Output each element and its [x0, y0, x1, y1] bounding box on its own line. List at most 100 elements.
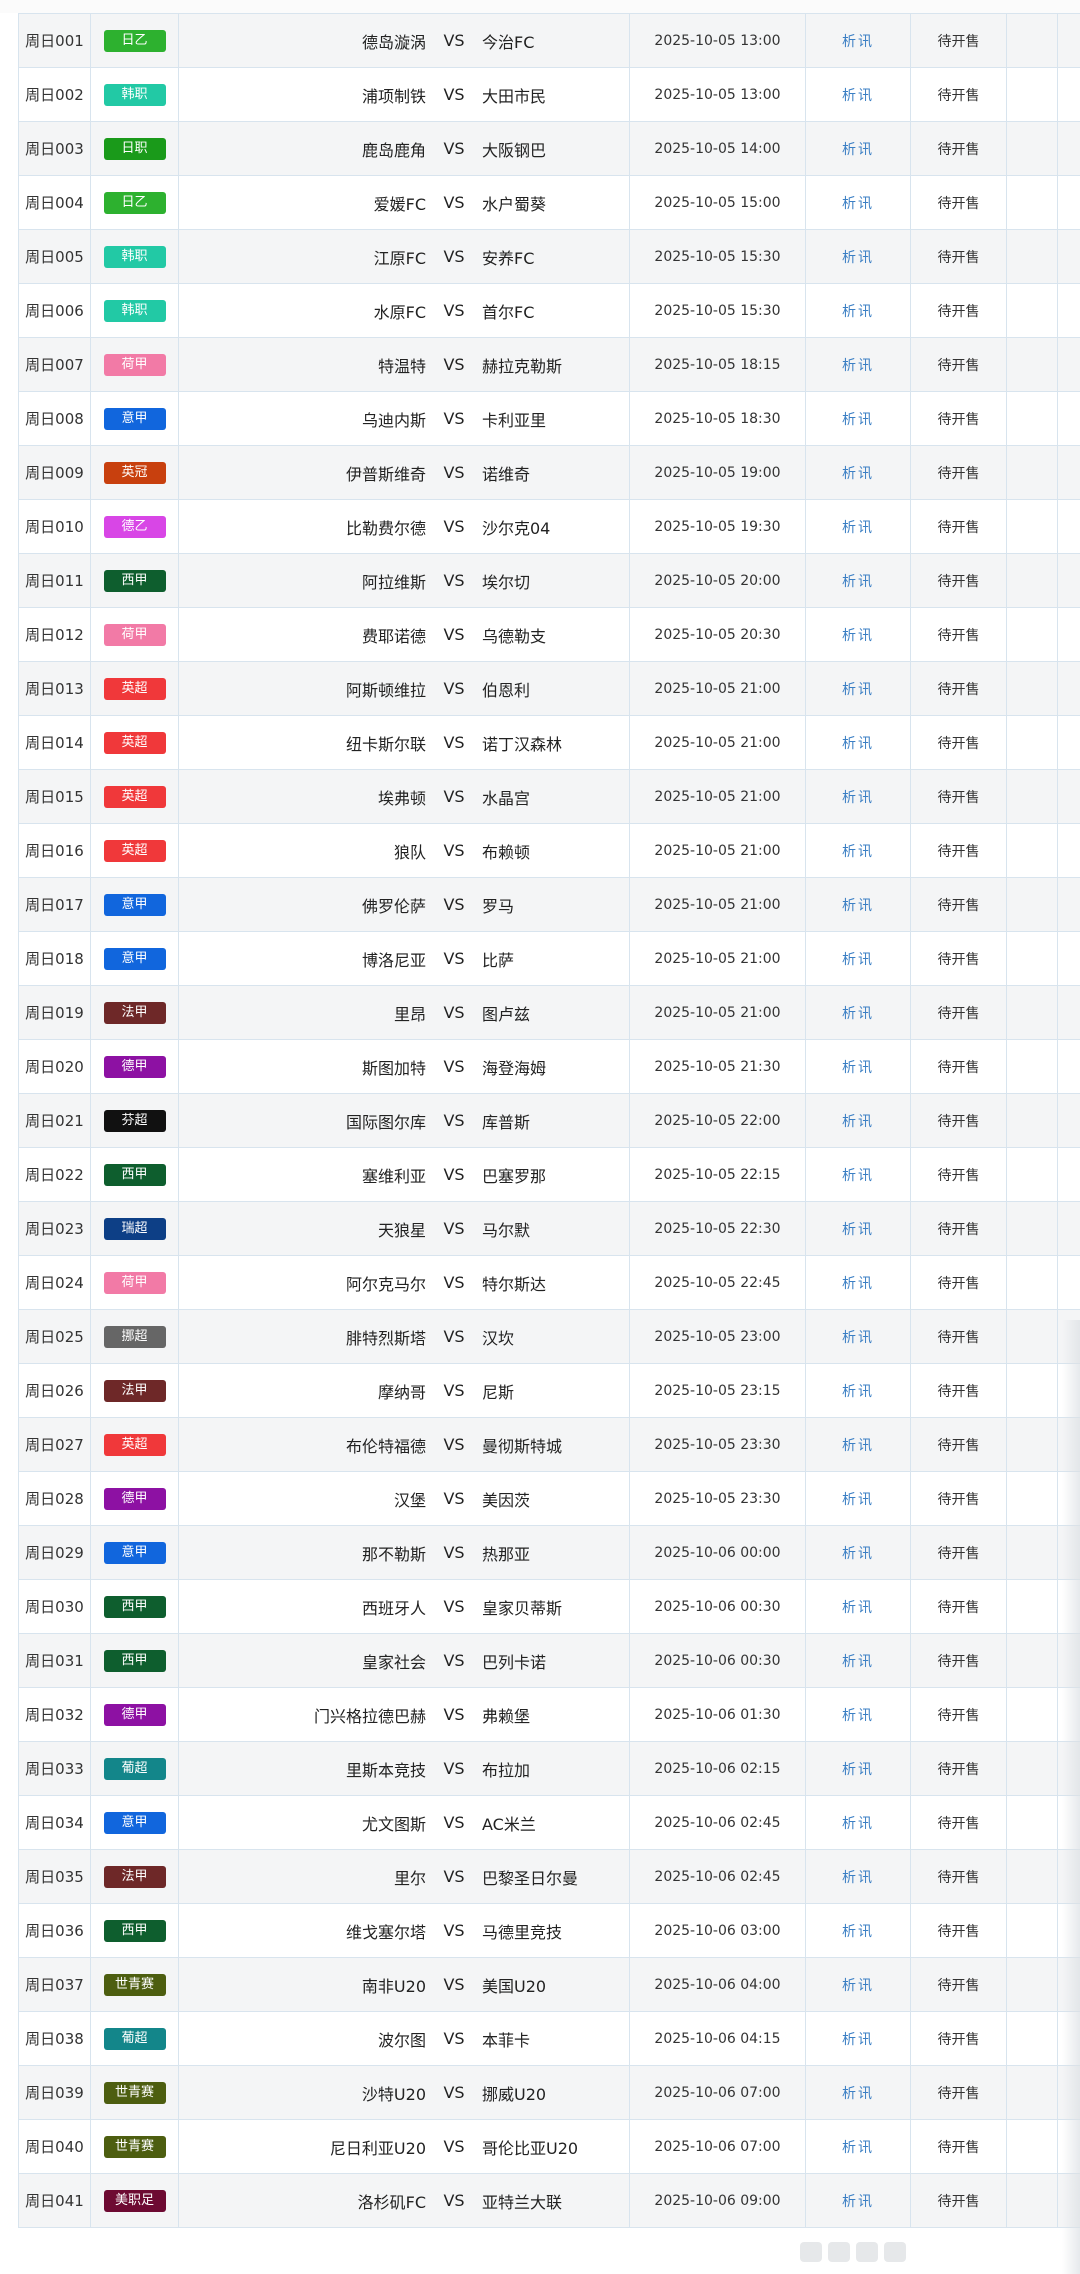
away-team[interactable]: 皇家贝蒂斯: [476, 1580, 630, 1633]
league-badge[interactable]: 美职足: [103, 2189, 166, 2212]
analysis-link[interactable]: 析讯: [806, 1850, 911, 1903]
analysis-link[interactable]: 析讯: [806, 1526, 911, 1579]
home-team[interactable]: 埃弗顿: [179, 770, 432, 823]
league-badge[interactable]: 英超: [103, 731, 166, 754]
home-team[interactable]: 塞维利亚: [179, 1148, 432, 1201]
league-badge[interactable]: 西甲: [103, 1649, 166, 1672]
league-badge[interactable]: 芬超: [103, 1109, 166, 1132]
away-team[interactable]: 埃尔切: [476, 554, 630, 607]
league-badge[interactable]: 挪超: [103, 1325, 166, 1348]
analysis-link[interactable]: 析讯: [806, 1580, 911, 1633]
away-team[interactable]: 弗赖堡: [476, 1688, 630, 1741]
away-team[interactable]: 巴列卡诺: [476, 1634, 630, 1687]
away-team[interactable]: 库普斯: [476, 1094, 630, 1147]
away-team[interactable]: 赫拉克勒斯: [476, 338, 630, 391]
analysis-link[interactable]: 析讯: [806, 716, 911, 769]
league-badge[interactable]: 德甲: [103, 1487, 166, 1510]
away-team[interactable]: 本菲卡: [476, 2012, 630, 2065]
home-team[interactable]: 尼日利亚U20: [179, 2120, 432, 2173]
analysis-link[interactable]: 析讯: [806, 1796, 911, 1849]
league-badge[interactable]: 世青赛: [103, 2081, 166, 2104]
league-badge[interactable]: 世青赛: [103, 1973, 166, 1996]
home-team[interactable]: 汉堡: [179, 1472, 432, 1525]
analysis-link[interactable]: 析讯: [806, 1094, 911, 1147]
away-team[interactable]: 美因茨: [476, 1472, 630, 1525]
away-team[interactable]: 大阪钢巴: [476, 122, 630, 175]
away-team[interactable]: 首尔FC: [476, 284, 630, 337]
away-team[interactable]: 沙尔克04: [476, 500, 630, 553]
home-team[interactable]: 尤文图斯: [179, 1796, 432, 1849]
home-team[interactable]: 南非U20: [179, 1958, 432, 2011]
away-team[interactable]: 诺丁汉森林: [476, 716, 630, 769]
away-team[interactable]: 水户蜀葵: [476, 176, 630, 229]
analysis-link[interactable]: 析讯: [806, 1310, 911, 1363]
analysis-link[interactable]: 析讯: [806, 122, 911, 175]
away-team[interactable]: 巴黎圣日尔曼: [476, 1850, 630, 1903]
away-team[interactable]: 安养FC: [476, 230, 630, 283]
away-team[interactable]: 布拉加: [476, 1742, 630, 1795]
away-team[interactable]: 曼彻斯特城: [476, 1418, 630, 1471]
analysis-link[interactable]: 析讯: [806, 338, 911, 391]
home-team[interactable]: 西班牙人: [179, 1580, 432, 1633]
analysis-link[interactable]: 析讯: [806, 284, 911, 337]
home-team[interactable]: 比勒费尔德: [179, 500, 432, 553]
analysis-link[interactable]: 析讯: [806, 2174, 911, 2227]
league-badge[interactable]: 英超: [103, 839, 166, 862]
home-team[interactable]: 浦项制铁: [179, 68, 432, 121]
analysis-link[interactable]: 析讯: [806, 500, 911, 553]
league-badge[interactable]: 葡超: [103, 2027, 166, 2050]
away-team[interactable]: 比萨: [476, 932, 630, 985]
league-badge[interactable]: 德甲: [103, 1055, 166, 1078]
home-team[interactable]: 天狼星: [179, 1202, 432, 1255]
analysis-link[interactable]: 析讯: [806, 1742, 911, 1795]
league-badge[interactable]: 葡超: [103, 1757, 166, 1780]
home-team[interactable]: 门兴格拉德巴赫: [179, 1688, 432, 1741]
away-team[interactable]: 大田市民: [476, 68, 630, 121]
league-badge[interactable]: 法甲: [103, 1001, 166, 1024]
analysis-link[interactable]: 析讯: [806, 1148, 911, 1201]
analysis-link[interactable]: 析讯: [806, 824, 911, 877]
league-badge[interactable]: 西甲: [103, 1595, 166, 1618]
home-team[interactable]: 波尔图: [179, 2012, 432, 2065]
away-team[interactable]: 美国U20: [476, 1958, 630, 2011]
league-badge[interactable]: 法甲: [103, 1379, 166, 1402]
analysis-link[interactable]: 析讯: [806, 446, 911, 499]
analysis-link[interactable]: 析讯: [806, 986, 911, 1039]
away-team[interactable]: AC米兰: [476, 1796, 630, 1849]
league-badge[interactable]: 西甲: [103, 569, 166, 592]
league-badge[interactable]: 日职: [103, 137, 166, 160]
away-team[interactable]: 卡利亚里: [476, 392, 630, 445]
away-team[interactable]: 热那亚: [476, 1526, 630, 1579]
league-badge[interactable]: 韩职: [103, 83, 166, 106]
home-team[interactable]: 那不勒斯: [179, 1526, 432, 1579]
away-team[interactable]: 马德里竞技: [476, 1904, 630, 1957]
analysis-link[interactable]: 析讯: [806, 878, 911, 931]
analysis-link[interactable]: 析讯: [806, 176, 911, 229]
home-team[interactable]: 斯图加特: [179, 1040, 432, 1093]
home-team[interactable]: 江原FC: [179, 230, 432, 283]
away-team[interactable]: 巴塞罗那: [476, 1148, 630, 1201]
analysis-link[interactable]: 析讯: [806, 608, 911, 661]
league-badge[interactable]: 韩职: [103, 299, 166, 322]
analysis-link[interactable]: 析讯: [806, 68, 911, 121]
home-team[interactable]: 水原FC: [179, 284, 432, 337]
home-team[interactable]: 沙特U20: [179, 2066, 432, 2119]
league-badge[interactable]: 英超: [103, 785, 166, 808]
home-team[interactable]: 博洛尼亚: [179, 932, 432, 985]
league-badge[interactable]: 世青赛: [103, 2135, 166, 2158]
home-team[interactable]: 腓特烈斯塔: [179, 1310, 432, 1363]
analysis-link[interactable]: 析讯: [806, 554, 911, 607]
league-badge[interactable]: 韩职: [103, 245, 166, 268]
home-team[interactable]: 狼队: [179, 824, 432, 877]
home-team[interactable]: 维戈塞尔塔: [179, 1904, 432, 1957]
league-badge[interactable]: 西甲: [103, 1163, 166, 1186]
analysis-link[interactable]: 析讯: [806, 2012, 911, 2065]
league-badge[interactable]: 意甲: [103, 1811, 166, 1834]
home-team[interactable]: 里尔: [179, 1850, 432, 1903]
home-team[interactable]: 乌迪内斯: [179, 392, 432, 445]
away-team[interactable]: 海登海姆: [476, 1040, 630, 1093]
analysis-link[interactable]: 析讯: [806, 1958, 911, 2011]
analysis-link[interactable]: 析讯: [806, 1256, 911, 1309]
away-team[interactable]: 今治FC: [476, 14, 630, 67]
league-badge[interactable]: 意甲: [103, 893, 166, 916]
